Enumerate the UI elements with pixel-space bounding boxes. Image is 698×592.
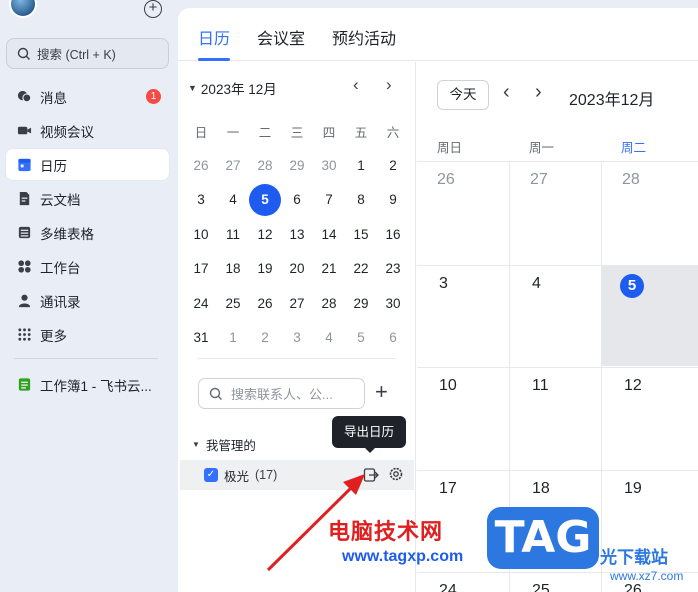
watermark-site-url: www.xz7.com (610, 569, 684, 583)
annotation-arrow (266, 474, 365, 572)
watermark-url: www.tagxp.com (342, 548, 464, 565)
watermark-site-name: 光下载站 (600, 548, 668, 567)
tag-logo: TAG (487, 507, 599, 569)
watermark-text: 电脑技术网 (328, 519, 444, 544)
